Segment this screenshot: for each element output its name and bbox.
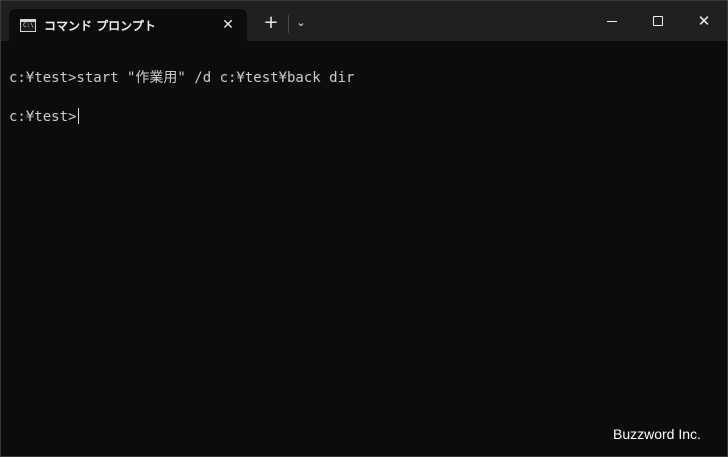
terminal-line-command: c:¥test>start "作業用" /d c:¥test¥back dir bbox=[9, 70, 355, 86]
maximize-button[interactable] bbox=[635, 1, 681, 41]
new-tab-button[interactable]: + bbox=[259, 11, 283, 35]
terminal-line-prompt: c:¥test> bbox=[9, 108, 80, 126]
minimize-button[interactable] bbox=[589, 1, 635, 41]
command-prompt-icon: C:\ bbox=[20, 19, 36, 32]
tab-separator bbox=[288, 15, 289, 33]
close-icon: ✕ bbox=[697, 12, 711, 30]
maximize-icon bbox=[653, 16, 663, 26]
watermark: Buzzword Inc. bbox=[613, 426, 701, 442]
terminal-window: C:\ コマンド プロンプト ✕ + ⌄ ✕ c:¥test>start "作業… bbox=[0, 0, 728, 457]
terminal-output[interactable]: c:¥test>start "作業用" /d c:¥test¥back dir … bbox=[1, 41, 727, 456]
text-cursor bbox=[78, 108, 80, 124]
profile-dropdown-button[interactable]: ⌄ bbox=[291, 11, 311, 35]
prompt-text: c:¥test> bbox=[9, 109, 77, 125]
close-icon: ✕ bbox=[222, 17, 234, 33]
tab-close-button[interactable]: ✕ bbox=[218, 15, 238, 35]
plus-icon: + bbox=[263, 12, 279, 33]
minimize-icon bbox=[607, 21, 617, 22]
title-bar[interactable]: C:\ コマンド プロンプト ✕ + ⌄ ✕ bbox=[1, 1, 727, 41]
tab-command-prompt[interactable]: C:\ コマンド プロンプト ✕ bbox=[9, 9, 247, 41]
tab-title: コマンド プロンプト bbox=[44, 19, 156, 33]
chevron-down-icon: ⌄ bbox=[296, 16, 306, 29]
close-window-button[interactable]: ✕ bbox=[681, 1, 727, 41]
command-prompt-icon-glyph: C:\ bbox=[23, 22, 34, 29]
